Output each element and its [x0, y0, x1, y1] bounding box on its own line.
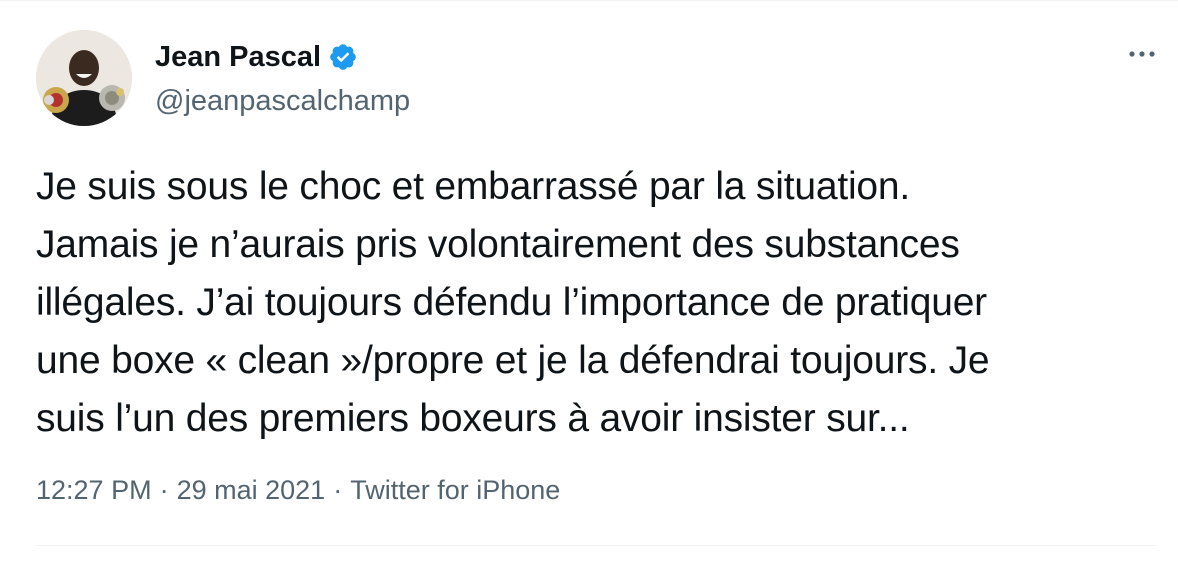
tweet-meta: 12:27 PM · 29 mai 2021 · Twitter for iPh…	[36, 472, 560, 508]
tweet-source[interactable]: Twitter for iPhone	[350, 472, 560, 508]
display-name[interactable]: Jean Pascal	[155, 40, 321, 74]
tweet-date[interactable]: 29 mai 2021	[177, 472, 326, 508]
name-row: Jean Pascal	[155, 40, 410, 74]
meta-separator: ·	[159, 475, 169, 505]
tweet-card: Jean Pascal @jeanpascalchamp Je suis sou…	[0, 0, 1178, 582]
tweet-text: Je suis sous le choc et embarrassé par l…	[36, 165, 990, 440]
author-handle[interactable]: @jeanpascalchamp	[155, 84, 410, 118]
meta-separator: ·	[333, 475, 343, 505]
verified-badge-icon	[328, 42, 358, 72]
avatar-image	[36, 30, 132, 126]
author-block: Jean Pascal @jeanpascalchamp	[155, 40, 410, 118]
tweet-time[interactable]: 12:27 PM	[36, 472, 152, 508]
bottom-divider	[36, 545, 1156, 546]
more-options-icon[interactable]	[1124, 42, 1160, 66]
avatar[interactable]	[36, 30, 132, 126]
